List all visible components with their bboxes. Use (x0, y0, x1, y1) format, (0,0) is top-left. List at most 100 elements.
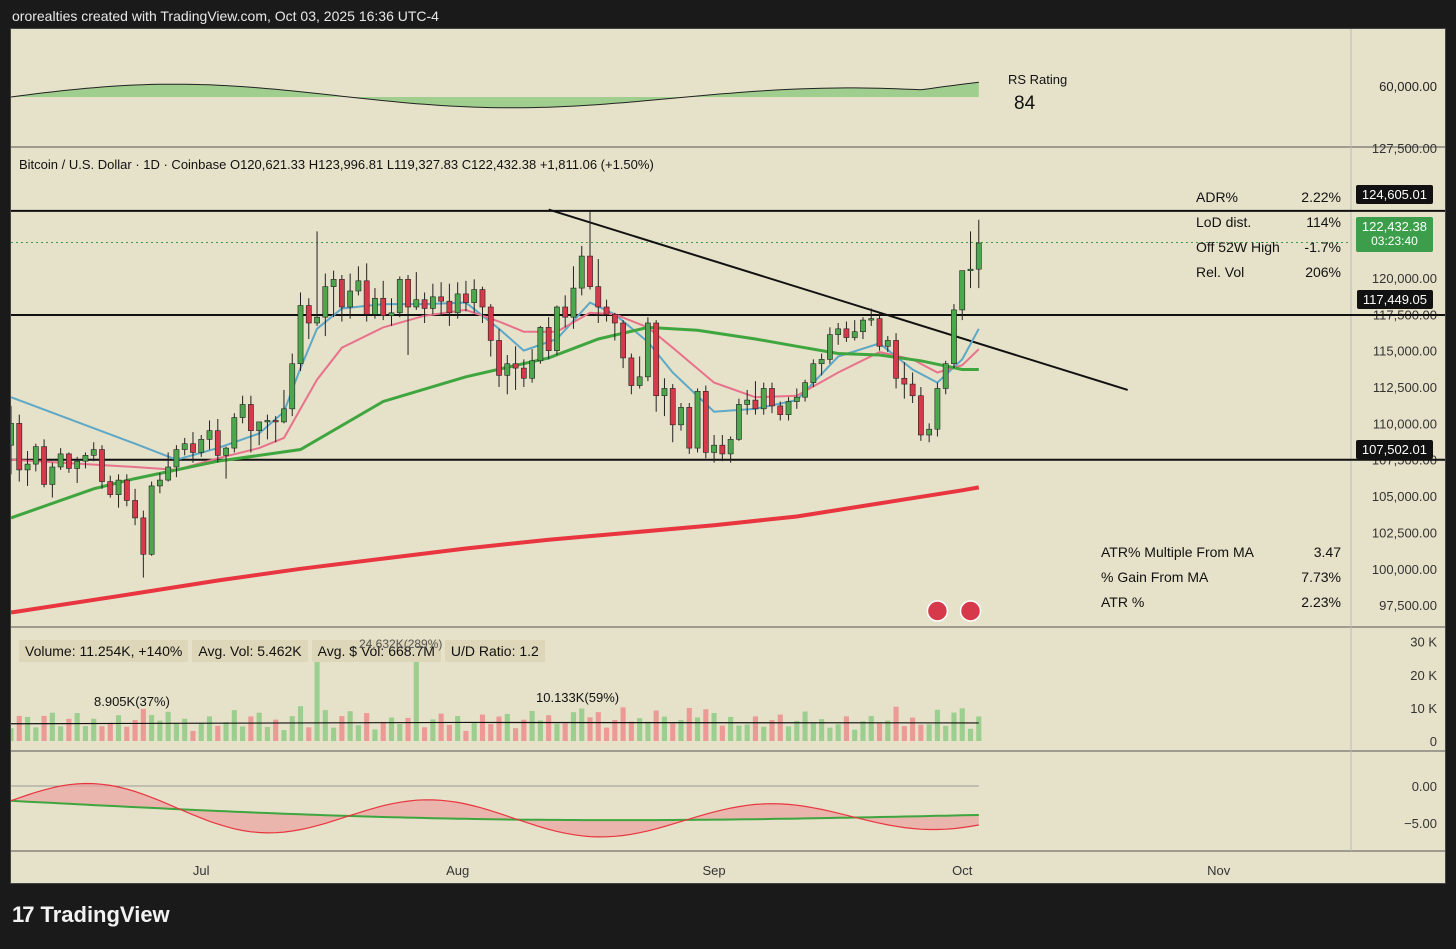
volume-bar (388, 717, 395, 741)
osc-axis-tick: 0.00 (1412, 779, 1437, 794)
candle-body (173, 449, 180, 468)
stat-bottom-row: % Gain From MA 7.73% (1101, 564, 1341, 589)
volume-bar (603, 727, 610, 741)
volume-bar (182, 718, 188, 741)
volume-bar (620, 707, 626, 741)
volume-bar (951, 712, 957, 741)
volume-axis-tick: 30 K (1410, 635, 1437, 650)
volume-bar (347, 711, 353, 741)
candle-body (868, 318, 875, 321)
volume-bar (206, 716, 213, 741)
candle-body (239, 404, 246, 418)
volume-bar (628, 721, 634, 741)
tradingview-brand[interactable]: 17 TradingView (12, 902, 170, 928)
us-event-icon (959, 600, 982, 622)
volume-bar (74, 713, 80, 741)
candle-body (330, 279, 337, 287)
volume-bar (537, 720, 543, 741)
candle-body (636, 376, 643, 386)
y-tick-label: 115,000.00 (1373, 344, 1437, 359)
candle-body (744, 399, 751, 405)
volume-bar (876, 723, 883, 741)
candle-body (678, 407, 684, 426)
volume-bar (339, 716, 345, 741)
volume-bar (223, 722, 229, 741)
volume-bar (66, 718, 72, 741)
stat-top-row: Off 52W High -1.7% (1196, 234, 1341, 259)
us-event-icon (926, 600, 949, 622)
volume-bar (976, 716, 982, 741)
candle-body (520, 367, 527, 379)
avg-vol: Avg. Vol: 5.462K (192, 640, 308, 662)
volume-bar (372, 729, 378, 741)
candle-body (570, 287, 577, 318)
candle-body (942, 363, 949, 389)
volume-bar (107, 722, 113, 741)
candle-body (148, 485, 155, 555)
volume-bar (736, 725, 742, 741)
candle-body (562, 306, 569, 318)
candle-body (132, 500, 138, 519)
volume-bar (496, 716, 502, 741)
volume-bar (355, 725, 361, 741)
candle-body (479, 289, 486, 308)
osc-main-line (11, 782, 979, 838)
candle-body (959, 270, 966, 311)
candle-body (297, 305, 304, 365)
volume-bar (248, 716, 254, 741)
ma-line (11, 325, 979, 520)
volume-bar (711, 713, 717, 741)
candle-body (909, 383, 916, 397)
candle-body (653, 322, 660, 397)
stat-bottom-row: ATR % 2.23% (1101, 589, 1341, 614)
y-tick-label: 100,000.00 (1372, 562, 1437, 577)
volume-bar (297, 706, 304, 741)
candle-body (438, 296, 444, 302)
candle-body (190, 443, 196, 453)
candle-body (628, 357, 635, 386)
x-axis-label: Jul (193, 863, 210, 878)
stat-top-label: Off 52W High (1196, 238, 1280, 255)
volume-bar (471, 722, 477, 741)
volume-bar (752, 716, 759, 741)
volume-bar (115, 715, 122, 741)
y-tick-label: 110,000.00 (1373, 416, 1437, 431)
volume-bar (16, 715, 22, 741)
volume-bar (901, 726, 907, 741)
candle-body (413, 299, 420, 308)
candle-body (901, 377, 908, 385)
candle-body (248, 404, 254, 431)
volume-axis-tick: 0 (1430, 734, 1437, 749)
volume-bar (719, 725, 725, 741)
volume-bar (934, 709, 940, 741)
chart-credit: ororealties created with TradingView.com… (12, 8, 439, 24)
volume-bar (529, 710, 535, 741)
rs-rating-label: RS Rating (1008, 72, 1068, 87)
candle-body (372, 297, 378, 315)
candle-body (74, 460, 81, 469)
volume-bar (281, 730, 287, 741)
candle-body (90, 449, 97, 456)
candle-body (884, 340, 891, 347)
candle-body (851, 331, 858, 338)
trendline (548, 208, 1128, 391)
candle-body (926, 428, 933, 436)
candle-body (99, 449, 105, 482)
last-price-tag: 122,432.38 03:23:40 (1355, 217, 1433, 252)
volume-bar (463, 730, 469, 741)
candle-body (702, 391, 709, 453)
volume-bar (860, 721, 866, 741)
stat-bottom-row: ATR% Multiple From MA 3.47 (1101, 539, 1341, 564)
y-tick-label: 112,500.00 (1373, 380, 1437, 395)
candle-body (347, 290, 353, 308)
volume-value: Volume: 11.254K, +140% (19, 640, 189, 662)
x-axis-label: Aug (446, 863, 469, 878)
volume-bar (306, 727, 312, 741)
candle-body (123, 479, 130, 501)
candle-body (736, 404, 742, 440)
candle-body (760, 388, 767, 410)
candle-body (711, 444, 717, 453)
volume-bar (918, 724, 924, 741)
candle-body (951, 309, 957, 365)
stat-bottom-value: 2.23% (1301, 593, 1341, 610)
